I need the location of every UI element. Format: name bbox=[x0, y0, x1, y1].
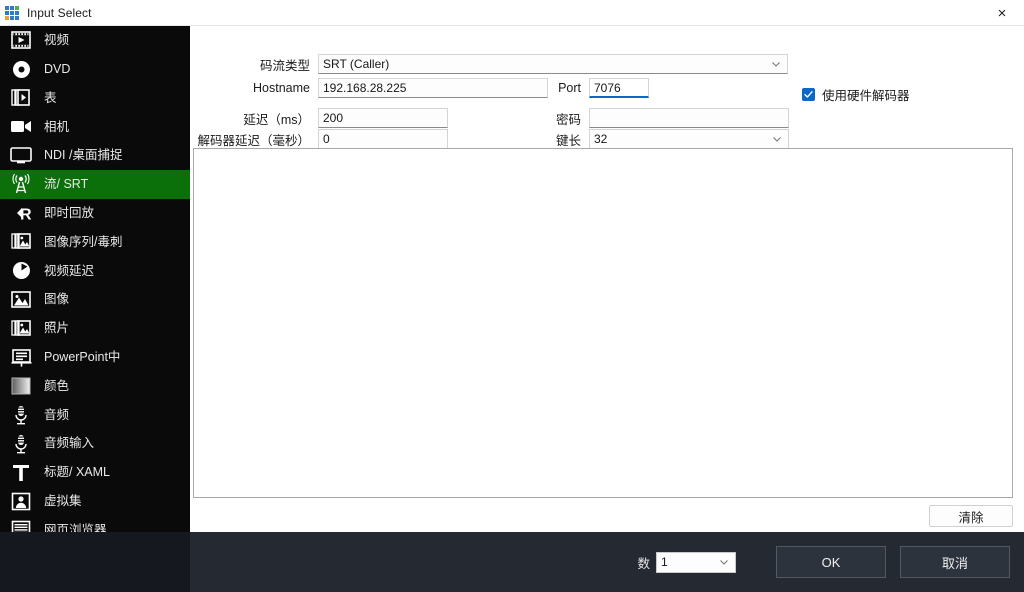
hardware-decoder-label: 使用硬件解码器 bbox=[822, 85, 910, 104]
sidebar-item-label: PowerPoint中 bbox=[44, 351, 120, 364]
sidebar-item-color[interactable]: 颜色 bbox=[0, 372, 190, 401]
clock-delay-icon bbox=[8, 260, 34, 282]
dialog-footer: 数 1 OK 取消 bbox=[190, 532, 1024, 592]
hostname-row: Hostname 192.168.28.225 bbox=[220, 78, 548, 98]
decoder-latency-label: 解码器延迟（毫秒） bbox=[190, 130, 310, 149]
stream-list-box[interactable] bbox=[193, 148, 1013, 498]
key-length-row: 键长 32 bbox=[545, 129, 789, 149]
sidebar-item-photos[interactable]: 照片 bbox=[0, 314, 190, 343]
sidebar-item-camera[interactable]: 相机 bbox=[0, 112, 190, 141]
sidebar-item-image[interactable]: 图像 bbox=[0, 285, 190, 314]
count-value: 1 bbox=[661, 555, 668, 569]
stream-type-combo[interactable]: SRT (Caller) bbox=[318, 54, 788, 74]
close-icon[interactable]: × bbox=[980, 0, 1024, 26]
sidebar-item-label: 表 bbox=[44, 92, 57, 105]
input-select-window: Input Select × 视频 DVD 表 相机 NDI /桌面捕捉 流/ … bbox=[0, 0, 1024, 592]
image-stack-icon bbox=[8, 231, 34, 253]
sidebar-item-label: 视频延迟 bbox=[44, 265, 94, 278]
sidebar-item-label: 即时回放 bbox=[44, 207, 94, 220]
sidebar-item-label: 相机 bbox=[44, 121, 69, 134]
key-length-label: 键长 bbox=[545, 130, 581, 149]
sidebar-item-stream-srt[interactable]: 流/ SRT bbox=[0, 170, 190, 199]
latency-row: 延迟（ms） 200 bbox=[190, 108, 448, 128]
sidebar-item-label: 视频 bbox=[44, 34, 69, 47]
sidebar-item-video-delay[interactable]: 视频延迟 bbox=[0, 256, 190, 285]
monitor-icon bbox=[8, 145, 34, 167]
sidebar-item-label: 照片 bbox=[44, 322, 69, 335]
sidebar-item-label: DVD bbox=[44, 63, 70, 76]
srt-settings-form: 码流类型 SRT (Caller) Hostname 192.168.28.22… bbox=[190, 26, 1024, 146]
sidebar-item-dvd[interactable]: DVD bbox=[0, 55, 190, 84]
sidebar-item-title-xaml[interactable]: 标题/ XAML bbox=[0, 458, 190, 487]
latency-input[interactable]: 200 bbox=[318, 108, 448, 128]
port-input[interactable]: 7076 bbox=[589, 78, 649, 98]
ok-button[interactable]: OK bbox=[776, 546, 886, 578]
chevron-down-icon bbox=[719, 557, 729, 567]
sidebar-item-label: NDI /桌面捕捉 bbox=[44, 149, 122, 162]
microphone-icon bbox=[8, 404, 34, 426]
svg-text:R: R bbox=[20, 207, 32, 224]
password-label: 密码 bbox=[545, 109, 581, 128]
hostname-input[interactable]: 192.168.28.225 bbox=[318, 78, 548, 98]
count-combo[interactable]: 1 bbox=[656, 552, 736, 573]
sidebar-item-label: 图像序列/毒刺 bbox=[44, 236, 122, 249]
sidebar-item-audio-input[interactable]: 音频输入 bbox=[0, 429, 190, 458]
port-label: Port bbox=[545, 81, 581, 95]
sidebar-item-ndi-desktop-capture[interactable]: NDI /桌面捕捉 bbox=[0, 141, 190, 170]
playlist-icon bbox=[8, 87, 34, 109]
settings-panel: 码流类型 SRT (Caller) Hostname 192.168.28.22… bbox=[190, 26, 1024, 532]
sidebar-item-label: 图像 bbox=[44, 293, 69, 306]
sidebar-item-label: 音频 bbox=[44, 409, 69, 422]
source-type-sidebar[interactable]: 视频 DVD 表 相机 NDI /桌面捕捉 流/ SRT R 即时回放 bbox=[0, 26, 190, 576]
stream-type-label: 码流类型 bbox=[220, 55, 310, 74]
cancel-button[interactable]: 取消 bbox=[900, 546, 1010, 578]
bottom-left-filler bbox=[0, 532, 190, 592]
stream-type-row: 码流类型 SRT (Caller) bbox=[220, 54, 788, 74]
hardware-decoder-checkbox[interactable]: 使用硬件解码器 bbox=[802, 85, 910, 104]
sidebar-item-audio[interactable]: 音频 bbox=[0, 400, 190, 429]
chevron-down-icon bbox=[772, 134, 782, 144]
virtual-set-icon bbox=[8, 490, 34, 512]
photos-icon bbox=[8, 317, 34, 339]
stream-type-value: SRT (Caller) bbox=[323, 57, 389, 71]
sidebar-item-label: 颜色 bbox=[44, 380, 69, 393]
password-input[interactable] bbox=[589, 108, 789, 128]
sidebar-item-label: 流/ SRT bbox=[44, 178, 88, 191]
window-title: Input Select bbox=[27, 6, 92, 20]
sidebar-item-label: 标题/ XAML bbox=[44, 466, 110, 479]
sidebar-item-label: 音频输入 bbox=[44, 437, 94, 450]
checkbox-checked-icon bbox=[802, 88, 815, 101]
port-row: Port 7076 bbox=[545, 78, 649, 98]
text-title-icon bbox=[8, 461, 34, 483]
grid-app-icon bbox=[5, 6, 19, 20]
sidebar-item-playlist[interactable]: 表 bbox=[0, 84, 190, 113]
decoder-latency-input[interactable]: 0 bbox=[318, 129, 448, 149]
presentation-icon bbox=[8, 346, 34, 368]
microphone-input-icon bbox=[8, 433, 34, 455]
password-row: 密码 bbox=[545, 108, 789, 128]
picture-icon bbox=[8, 289, 34, 311]
count-label: 数 bbox=[637, 553, 650, 572]
instant-replay-icon: R bbox=[8, 202, 34, 224]
sidebar-item-virtual-set[interactable]: 虚拟集 bbox=[0, 487, 190, 516]
decoder-latency-row: 解码器延迟（毫秒） 0 bbox=[190, 129, 448, 149]
sidebar-item-label: 虚拟集 bbox=[44, 495, 82, 508]
disc-icon bbox=[8, 58, 34, 80]
broadcast-tower-icon bbox=[8, 173, 34, 195]
sidebar-item-instant-replay[interactable]: R 即时回放 bbox=[0, 199, 190, 228]
key-length-value: 32 bbox=[594, 132, 607, 146]
key-length-combo[interactable]: 32 bbox=[589, 129, 789, 149]
sidebar-item-powerpoint[interactable]: PowerPoint中 bbox=[0, 343, 190, 372]
camcorder-icon bbox=[8, 116, 34, 138]
chevron-down-icon bbox=[771, 59, 781, 69]
sidebar-item-video[interactable]: 视频 bbox=[0, 26, 190, 55]
sidebar-item-image-sequence[interactable]: 图像序列/毒刺 bbox=[0, 228, 190, 257]
clear-button[interactable]: 清除 bbox=[929, 505, 1013, 527]
color-gradient-icon bbox=[8, 375, 34, 397]
latency-label: 延迟（ms） bbox=[190, 109, 310, 128]
title-bar: Input Select × bbox=[0, 0, 1024, 26]
hostname-label: Hostname bbox=[220, 81, 310, 95]
film-clip-icon bbox=[8, 29, 34, 51]
